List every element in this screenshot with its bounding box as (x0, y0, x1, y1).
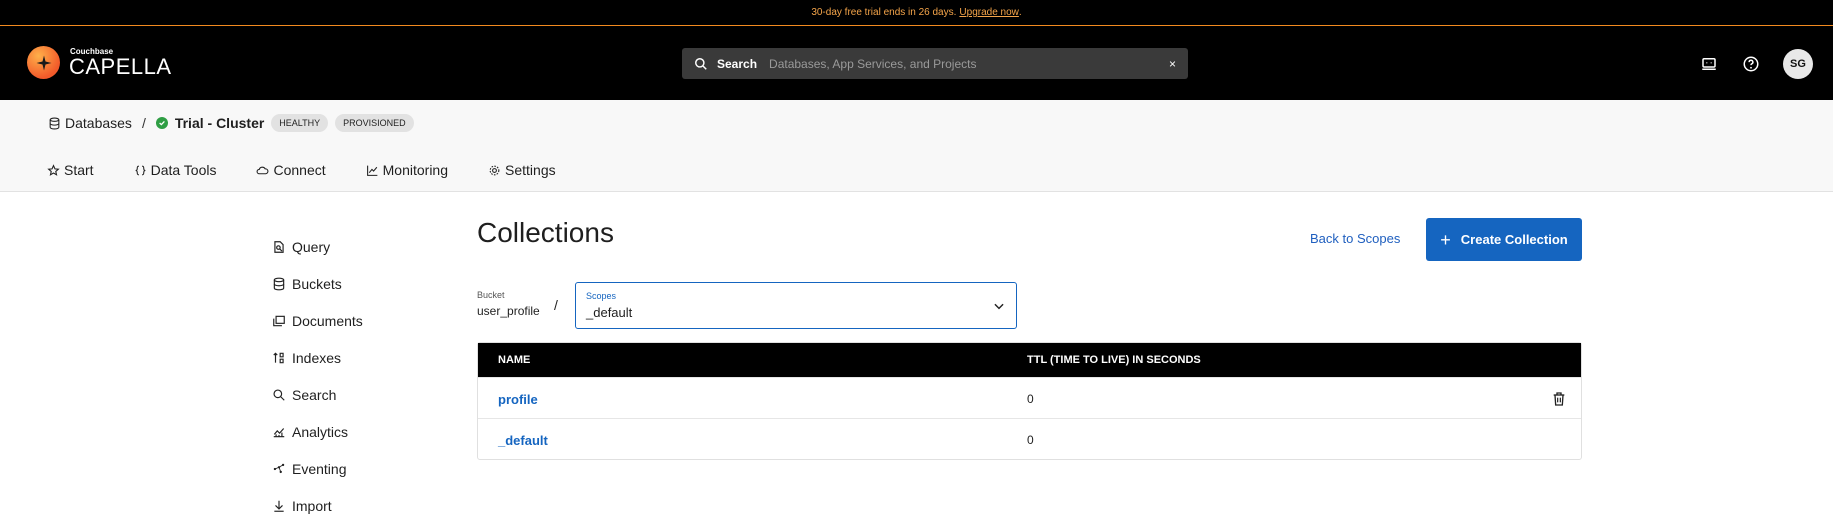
analytics-icon (273, 427, 285, 437)
cluster-tabs: Start Data Tools Connect Monitoring Sett… (47, 162, 596, 178)
sidebar-item-import[interactable]: Import (272, 487, 363, 524)
create-collection-button[interactable]: + Create Collection (1426, 218, 1582, 261)
tab-connect[interactable]: Connect (256, 162, 326, 178)
chevron-down-icon (994, 303, 1004, 310)
page-title: Collections (477, 217, 614, 248)
sort-index-icon (273, 352, 284, 363)
tab-monitoring[interactable]: Monitoring (366, 162, 448, 178)
brand-big: CAPELLA (69, 53, 172, 79)
breadcrumb-separator: / (141, 115, 146, 131)
database-icon (49, 117, 60, 129)
query-icon (274, 240, 284, 253)
help-icon[interactable] (1737, 50, 1765, 78)
gear-icon (489, 165, 500, 175)
cluster-name: Trial - Cluster (174, 115, 265, 131)
search-input[interactable]: Databases, App Services, and Projects (769, 57, 1169, 71)
tab-settings[interactable]: Settings (488, 162, 556, 178)
line-chart-icon (366, 165, 378, 176)
create-collection-label: Create Collection (1460, 232, 1568, 247)
healthy-check-icon (155, 117, 168, 129)
top-header: Couchbase CAPELLA Search Databases, App … (0, 26, 1833, 100)
sidebar-item-search[interactable]: Search (272, 376, 363, 413)
status-badge-provisioned: PROVISIONED (335, 114, 414, 132)
clear-search-icon[interactable]: × (1169, 57, 1176, 71)
table-row: profile 0 (478, 377, 1581, 418)
sidebar-item-analytics[interactable]: Analytics (272, 413, 363, 450)
status-badge-healthy: HEALTHY (271, 114, 329, 132)
documents-icon (273, 315, 285, 326)
collection-ttl: 0 (1027, 392, 1034, 406)
trash-icon[interactable] (1551, 391, 1567, 407)
collections-table: NAME TTL (TIME TO LIVE) IN SECONDS profi… (477, 342, 1582, 460)
sidebar-item-indexes[interactable]: Indexes (272, 339, 363, 376)
bucket-value: user_profile (477, 304, 540, 318)
sidebar-item-documents[interactable]: Documents (272, 302, 363, 339)
trial-banner: 30-day free trial ends in 26 days. Upgra… (0, 0, 1833, 26)
search-label: Search (717, 56, 758, 71)
eventing-icon (273, 463, 285, 473)
table-row: _default 0 (478, 418, 1581, 459)
bucket-label: Bucket (477, 290, 505, 300)
trial-banner-tail: . (1018, 7, 1022, 18)
sidebar-item-eventing[interactable]: Eventing (272, 450, 363, 487)
star-icon (47, 163, 60, 176)
trial-banner-text: 30-day free trial ends in 26 days. (811, 7, 957, 18)
connect-cloud-icon (257, 166, 269, 174)
global-search[interactable]: Search Databases, App Services, and Proj… (682, 48, 1188, 79)
scopes-label: Scopes (586, 291, 617, 301)
bucket-info: Bucket user_profile (477, 290, 540, 318)
upgrade-link[interactable]: Upgrade now (959, 7, 1018, 18)
cluster-subheader: Databases / Trial - Cluster HEALTHY PROV… (0, 100, 1833, 192)
plus-icon: + (1440, 229, 1451, 250)
search-icon (273, 388, 285, 401)
column-header-name[interactable]: NAME (498, 354, 530, 366)
scopes-select[interactable]: Scopes _default (575, 282, 1017, 329)
search-icon (695, 57, 707, 70)
tab-data-tools[interactable]: Data Tools (134, 162, 216, 178)
data-tools-sidebar: Query Buckets Documents Indexes Search A… (272, 228, 363, 524)
bucket-scope-separator: / (554, 297, 558, 313)
bucket-icon (273, 277, 285, 290)
breadcrumb-databases[interactable]: Databases (65, 115, 132, 131)
collection-name-link[interactable]: _default (498, 433, 548, 448)
braces-icon (135, 165, 146, 175)
sparkle-icon (27, 46, 60, 79)
breadcrumb: Databases / Trial - Cluster HEALTHY PROV… (48, 114, 414, 132)
user-avatar[interactable]: SG (1783, 49, 1813, 79)
scopes-value: _default (586, 305, 633, 320)
sidebar-item-query[interactable]: Query (272, 228, 363, 265)
table-header: NAME TTL (TIME TO LIVE) IN SECONDS (478, 343, 1581, 377)
download-icon (274, 500, 284, 512)
tab-start[interactable]: Start (47, 162, 94, 178)
column-header-ttl: TTL (TIME TO LIVE) IN SECONDS (1027, 354, 1201, 366)
support-chat-icon[interactable] (1695, 50, 1723, 78)
collection-name-link[interactable]: profile (498, 392, 538, 407)
capella-logo[interactable]: Couchbase CAPELLA (27, 46, 172, 79)
collection-ttl: 0 (1027, 433, 1034, 447)
back-to-scopes-link[interactable]: Back to Scopes (1310, 231, 1400, 246)
sidebar-item-buckets[interactable]: Buckets (272, 265, 363, 302)
